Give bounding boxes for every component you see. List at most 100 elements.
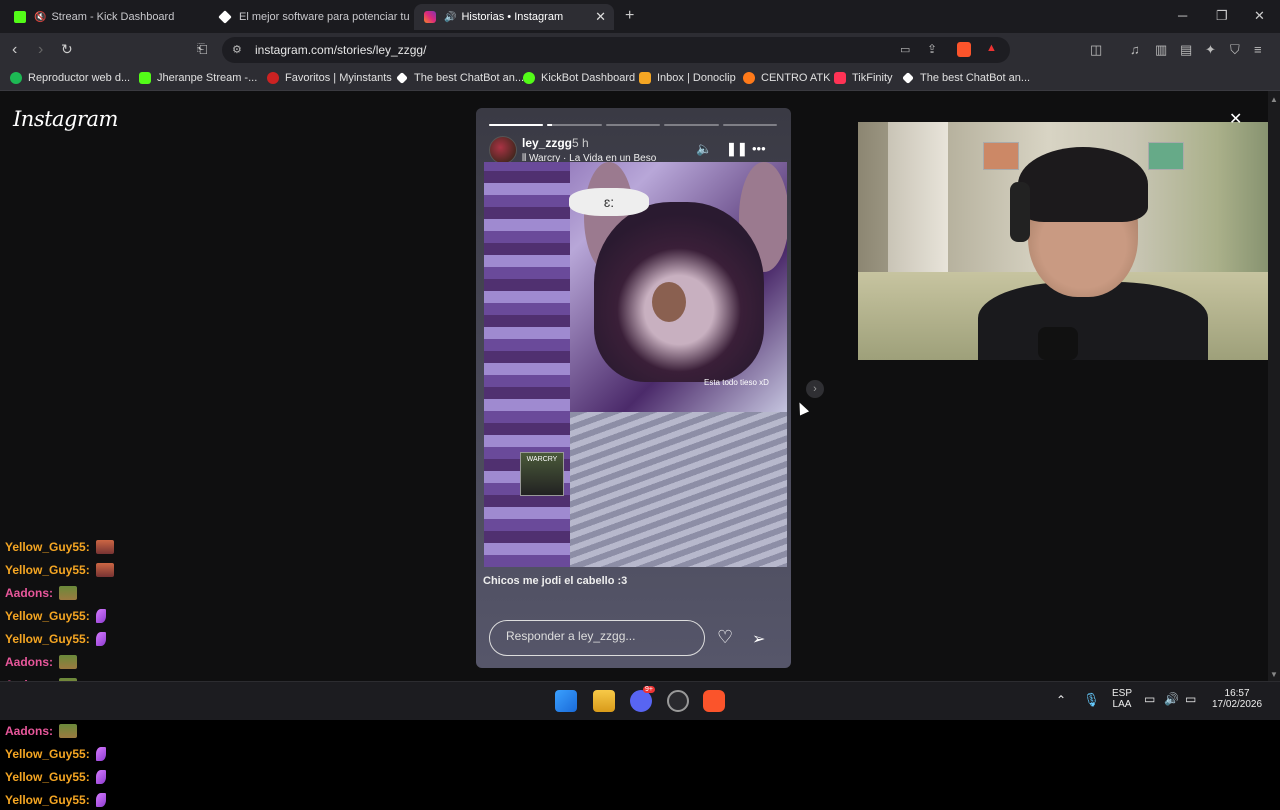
story-image: ɛ: Esta todo tieso xD WARCRY <box>484 162 787 567</box>
chat-username[interactable]: Aadons: <box>5 586 53 600</box>
file-explorer-icon[interactable] <box>593 690 615 712</box>
tikfinity-icon <box>834 72 846 84</box>
windows-start-icon[interactable] <box>555 690 577 712</box>
reply-field[interactable] <box>489 620 705 656</box>
share-icon[interactable]: ⇪ <box>927 42 937 56</box>
progress-fill <box>547 124 552 126</box>
scroll-up-icon[interactable]: ▲ <box>1270 95 1278 104</box>
obs-icon[interactable] <box>667 690 689 712</box>
close-story-icon[interactable]: ✕ <box>1229 109 1242 129</box>
tab-chatbot-software[interactable]: El mejor software para potenciar tu st <box>209 4 409 30</box>
chat-username[interactable]: Aadons: <box>5 724 53 738</box>
microphone <box>1038 327 1078 360</box>
bookmark-icon[interactable]: ⎗ <box>197 41 207 57</box>
close-tab-icon[interactable]: ✕ <box>595 9 606 25</box>
send-icon[interactable]: ➢ <box>752 629 765 649</box>
brave-rewards-icon[interactable]: ▲ <box>986 42 997 54</box>
avatar[interactable] <box>489 136 517 164</box>
wallet-icon[interactable]: ▤ <box>1180 42 1192 58</box>
battery-icon[interactable]: ▭ <box>1185 692 1196 706</box>
address-bar[interactable]: ⚙ instagram.com/stories/ley_zzgg/ ▭ ⇪ ▲ <box>222 37 1010 63</box>
tab-title: Stream - Kick Dashboard <box>51 11 175 23</box>
wall-poster <box>983 142 1019 170</box>
sidebar-icon[interactable]: ▥ <box>1155 42 1167 58</box>
chat-message: Aadons: <box>5 721 77 741</box>
story-time: 5 h <box>572 136 589 150</box>
diamond-icon <box>396 72 408 84</box>
bookmark-chatbot-2[interactable]: The best ChatBot an... <box>902 72 1030 84</box>
tab-kick-dashboard[interactable]: 🔇 Stream - Kick Dashboard <box>4 4 206 30</box>
chat-username[interactable]: Yellow_Guy55: <box>5 540 90 554</box>
progress-fill <box>489 124 544 126</box>
speech-bubble: ɛ: <box>569 188 649 216</box>
next-story-button[interactable]: › <box>806 380 824 398</box>
green-emote-icon <box>59 724 77 738</box>
maximize-icon[interactable]: ❐ <box>1216 8 1228 24</box>
story-viewer[interactable]: ley_zzgg 5 h ⫴ Warcry · La Vida en un Be… <box>476 108 791 668</box>
media-icon[interactable]: ♫ <box>1130 42 1140 57</box>
scroll-down-icon[interactable]: ▼ <box>1270 670 1278 679</box>
story-caption: Chicos me jodi el cabello :3 <box>483 575 628 587</box>
screenshot-icon[interactable]: ◫ <box>1090 42 1102 58</box>
forward-icon[interactable]: › <box>38 41 43 59</box>
atk-icon <box>743 72 755 84</box>
chat-username[interactable]: Aadons: <box>5 655 53 669</box>
show-hidden-icons[interactable]: ⌃ <box>1056 693 1066 707</box>
chat-username[interactable]: Yellow_Guy55: <box>5 747 90 761</box>
chat-username[interactable]: Yellow_Guy55: <box>5 609 90 623</box>
chat-username[interactable]: Yellow_Guy55: <box>5 563 90 577</box>
bookmark-centro-atk[interactable]: CENTRO ATK <box>743 72 830 84</box>
chat-username[interactable]: Yellow_Guy55: <box>5 793 90 807</box>
muted-speaker-icon[interactable]: 🔇 <box>34 12 46 23</box>
myinstants-icon <box>267 72 279 84</box>
network-icon[interactable]: ▭ <box>1144 692 1155 706</box>
close-window-icon[interactable]: ✕ <box>1254 8 1265 24</box>
tab-instagram-stories[interactable]: 🔊 Historias • Instagram ✕ <box>414 4 614 30</box>
url-text[interactable]: instagram.com/stories/ley_zzgg/ <box>255 43 426 57</box>
pause-icon[interactable]: ❚❚ <box>726 141 748 157</box>
menu-icon[interactable]: ≡ <box>1254 42 1262 57</box>
page-scrollbar[interactable]: ▲ ▼ <box>1268 91 1280 681</box>
bookmark-chatbot-1[interactable]: The best ChatBot an... <box>396 72 524 84</box>
instagram-logo[interactable]: Instagram <box>13 107 118 131</box>
leo-ai-icon[interactable]: ✦ <box>1205 42 1216 58</box>
chat-message: Aadons: <box>5 583 77 603</box>
tab-strip: 🔇 Stream - Kick Dashboard El mejor softw… <box>0 0 1280 33</box>
bookmark-donoclip[interactable]: Inbox | Donoclip <box>639 72 736 84</box>
brave-shields-icon[interactable] <box>957 42 971 57</box>
discord-icon[interactable]: 9+ <box>630 686 655 712</box>
site-info-icon[interactable]: ⚙ <box>232 43 242 56</box>
microphone-icon[interactable]: 🎙 <box>1083 692 1100 708</box>
green-emote-icon <box>59 586 77 600</box>
reload-icon[interactable]: ↻ <box>61 41 73 58</box>
chat-username[interactable]: Yellow_Guy55: <box>5 770 90 784</box>
back-icon[interactable]: ‹ <box>12 41 17 59</box>
vpn-icon[interactable]: ⛉ <box>1230 42 1240 58</box>
brave-browser-icon[interactable] <box>703 690 725 712</box>
album-sticker[interactable]: WARCRY <box>520 452 564 496</box>
chat-username[interactable]: Yellow_Guy55: <box>5 632 90 646</box>
new-tab-button[interactable]: + <box>625 7 634 25</box>
more-options-icon[interactable]: ••• <box>752 141 766 156</box>
reply-input[interactable] <box>506 629 686 643</box>
bookmark-spotify[interactable]: Reproductor web d... <box>10 72 130 84</box>
cast-icon[interactable]: ▭ <box>900 43 910 56</box>
language-indicator[interactable]: ESP LAA <box>1112 688 1132 710</box>
subject-sweater <box>570 412 787 567</box>
bookmark-kickbot[interactable]: KickBot Dashboard <box>523 72 635 84</box>
volume-tray-icon[interactable]: 🔊 <box>1164 692 1179 706</box>
volume-icon[interactable]: 🔈 <box>696 141 712 157</box>
story-username[interactable]: ley_zzgg <box>522 136 572 150</box>
like-heart-icon[interactable]: ♡ <box>717 627 733 648</box>
clock[interactable]: 16:57 17/02/2026 <box>1212 688 1262 710</box>
chat-message: Yellow_Guy55: <box>5 744 106 764</box>
tab-title: El mejor software para potenciar tu st <box>239 11 409 23</box>
speaker-icon[interactable]: 🔊 <box>444 12 456 23</box>
chat-message: Yellow_Guy55: <box>5 767 106 787</box>
bookmark-jheranpe[interactable]: Jheranpe Stream -... <box>139 72 257 84</box>
feather-emote-icon <box>95 747 106 761</box>
bookmark-myinstants[interactable]: Favoritos | Myinstants <box>267 72 392 84</box>
bookmark-tikfinity[interactable]: TikFinity <box>834 72 893 84</box>
minimize-icon[interactable]: ─ <box>1178 8 1187 23</box>
mouse-cursor <box>794 400 810 416</box>
